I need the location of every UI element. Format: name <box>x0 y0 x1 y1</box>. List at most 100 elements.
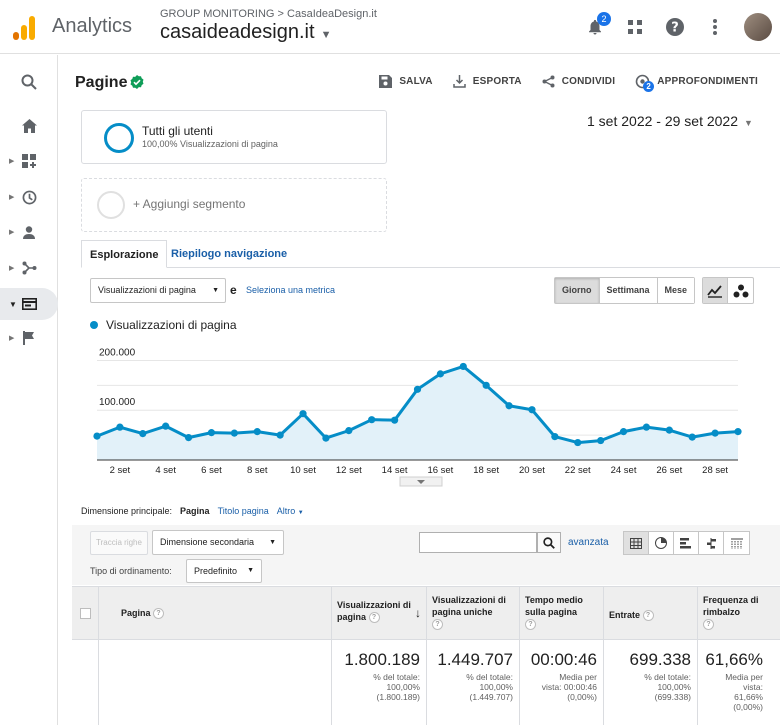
property-selector[interactable]: casaideadesign.it ▼ <box>160 21 331 44</box>
col-header-pageviews[interactable]: Visualizzazioni di pagina ? ↓ <box>331 587 426 641</box>
pivot-table-icon[interactable] <box>724 532 749 554</box>
more-vert-icon[interactable] <box>704 16 726 38</box>
data-point <box>551 433 559 441</box>
analytics-logo-icon[interactable] <box>12 14 38 40</box>
col-header-unique-pageviews[interactable]: Visualizzazioni di pagina uniche? <box>426 587 519 641</box>
total-unique-l2: 100,00% <box>479 682 513 692</box>
chevron-down-icon: ▼ <box>744 118 753 128</box>
dimension-label: Dimensione principale: <box>81 506 173 516</box>
data-point <box>116 423 124 431</box>
add-segment-button[interactable]: + Aggiungi segmento <box>81 178 387 232</box>
sort-desc-arrow-icon: ↓ <box>415 606 421 620</box>
data-point <box>93 432 101 440</box>
date-range-picker[interactable]: 1 set 2022 - 29 set 2022 ▼ <box>587 113 753 129</box>
behavior-icon <box>21 298 37 310</box>
table-search-input[interactable] <box>419 532 537 553</box>
expand-arrow-icon: ▶ <box>9 194 15 201</box>
total-bounce-l3: 61,66% <box>734 692 763 702</box>
line-chart-icon[interactable] <box>703 278 728 303</box>
total-pageviews-value: 1.800.189 <box>344 650 420 669</box>
sort-type-dropdown[interactable]: Predefinito ▼ <box>186 559 262 583</box>
help-icon[interactable]: ? <box>432 619 443 631</box>
total-bounce-l2: vista: <box>743 682 763 692</box>
customization-nav[interactable]: ▶ <box>0 146 58 176</box>
comparison-icon[interactable] <box>699 532 724 554</box>
data-point <box>139 430 147 438</box>
col-header-entrances[interactable]: Entrate ? <box>603 587 697 641</box>
help-icon[interactable]: ? <box>368 612 380 624</box>
x-tick-label: 16 set <box>427 465 453 476</box>
data-point <box>528 406 536 414</box>
advanced-filter-link[interactable]: avanzata <box>568 537 609 548</box>
metric-dropdown[interactable]: Visualizzazioni di pagina ▼ <box>90 278 226 303</box>
totals-checkbox-cell <box>72 640 98 725</box>
acquisition-nav[interactable]: ▶ <box>0 253 58 283</box>
pie-chart-icon[interactable] <box>649 532 674 554</box>
account-breadcrumb[interactable]: GROUP MONITORING > CasaIdeaDesign.it <box>160 8 377 20</box>
period-week-button[interactable]: Settimana <box>599 278 658 303</box>
col-header-page[interactable]: Pagina ? <box>98 587 331 641</box>
data-point <box>184 434 193 442</box>
col-header-page-label: Pagina <box>121 608 151 618</box>
select-metric-link[interactable]: Seleziona una metrica <box>246 285 335 295</box>
metric-selected: Visualizzazioni di pagina <box>98 285 196 295</box>
select-all-checkbox[interactable] <box>80 608 91 619</box>
conversions-nav[interactable]: ▶ <box>0 323 58 353</box>
total-pageviews-l3: (1.800.189) <box>376 692 420 702</box>
help-icon[interactable]: ? <box>703 619 714 631</box>
col-header-unique-label: Visualizzazioni di pagina uniche <box>432 595 506 617</box>
dimension-more-link[interactable]: Altro ▼ <box>277 506 304 516</box>
col-header-bounce-rate[interactable]: Frequenza di rimbalzo? <box>697 587 769 641</box>
audience-nav[interactable]: ▶ <box>0 217 58 247</box>
data-point <box>482 381 490 389</box>
dimension-current[interactable]: Pagina <box>180 506 210 516</box>
dimension-title-link[interactable]: Titolo pagina <box>218 506 269 516</box>
x-tick-label: 24 set <box>611 465 637 476</box>
page-title: Pagine <box>75 74 128 91</box>
chevron-down-icon: ▼ <box>247 567 254 574</box>
period-month-button[interactable]: Mese <box>657 278 695 303</box>
y-tick-label: 100.000 <box>99 397 136 408</box>
x-tick-label: 28 set <box>702 465 728 476</box>
share-button[interactable]: CONDIVIDI <box>542 74 615 89</box>
user-avatar[interactable] <box>744 13 772 41</box>
behavior-nav[interactable]: ▼ <box>0 288 58 320</box>
tab-explore[interactable]: Esplorazione <box>81 240 168 268</box>
verified-check-icon <box>130 75 144 89</box>
help-icon[interactable]: ? <box>153 608 165 620</box>
search-icon[interactable] <box>0 67 58 97</box>
data-table-icon[interactable] <box>624 532 649 554</box>
realtime-nav[interactable]: ▶ <box>0 182 58 212</box>
data-point <box>413 385 422 393</box>
performance-bars-icon[interactable] <box>674 532 699 554</box>
home-icon[interactable] <box>0 111 58 141</box>
motion-chart-icon[interactable] <box>728 278 753 303</box>
share-label: CONDIVIDI <box>561 76 616 87</box>
data-point <box>734 428 742 436</box>
help-icon[interactable]: ? <box>642 610 654 622</box>
data-point <box>436 370 444 378</box>
help-icon[interactable]: ? <box>664 16 686 38</box>
dimension-more-label: Altro <box>276 506 296 516</box>
segment-all-users[interactable]: Tutti gli utenti 100,00% Visualizzazioni… <box>81 110 387 164</box>
apps-grid-icon[interactable] <box>624 16 646 38</box>
notification-count-badge: 2 <box>597 12 611 26</box>
col-header-avg-time[interactable]: Tempo medio sulla pagina? <box>519 587 603 641</box>
total-pageviews-l2: 100,00% <box>386 682 420 692</box>
secondary-dimension-dropdown[interactable]: Dimensione secondaria ▼ <box>152 530 284 555</box>
total-avg-time: 00:00:46 Media per vista: 00:00:46 (0,00%) <box>519 640 603 725</box>
tab-navigation-summary[interactable]: Riepilogo navigazione <box>163 240 295 268</box>
report-header: Pagine SALVA ESPORTA CONDIVIDI 2 APPROFO… <box>72 60 780 106</box>
export-button[interactable]: ESPORTA <box>452 74 522 89</box>
search-icon <box>543 536 555 549</box>
plot-rows-button[interactable]: Traccia righe <box>90 531 148 555</box>
save-button[interactable]: SALVA <box>379 74 433 89</box>
secondary-dimension-label: Dimensione secondaria <box>160 537 255 547</box>
notifications-bell-icon[interactable]: 2 <box>584 12 611 38</box>
insights-button[interactable]: 2 APPROFONDIMENTI <box>635 74 758 92</box>
col-header-avg-time-label: Tempo medio sulla pagina <box>525 595 583 617</box>
help-icon[interactable]: ? <box>525 619 536 631</box>
search-button[interactable] <box>537 532 561 553</box>
segment-ring-icon <box>104 123 134 153</box>
period-day-button[interactable]: Giorno <box>555 278 600 303</box>
